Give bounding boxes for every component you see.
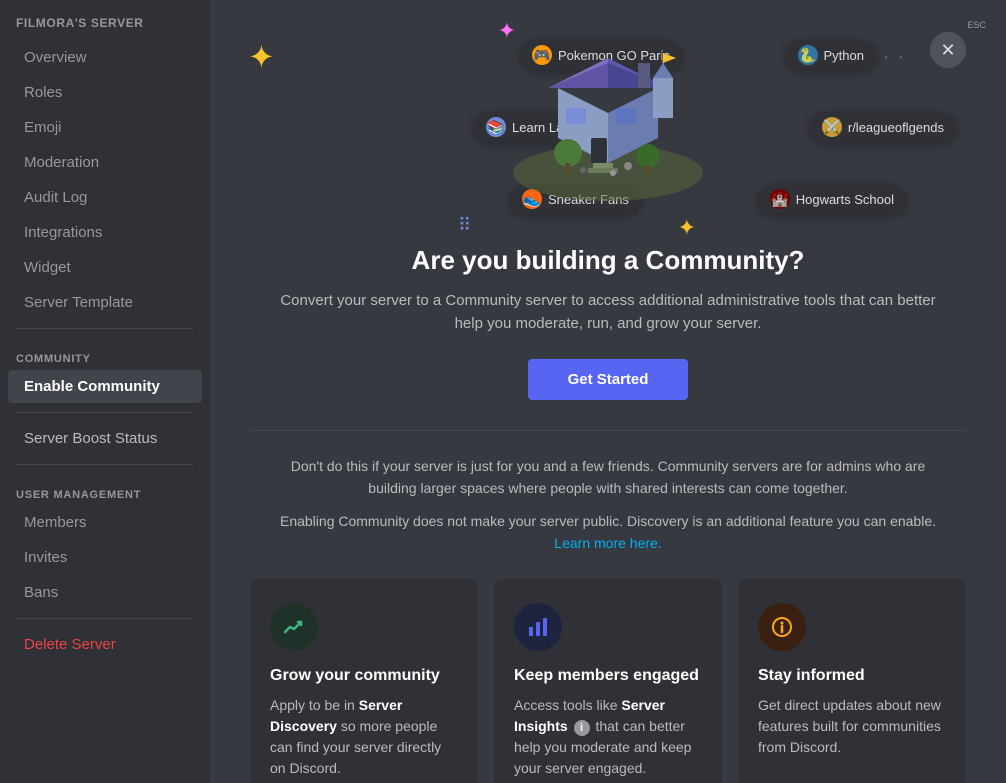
info-tooltip-icon[interactable]: i: [574, 720, 590, 736]
star-yellow-icon-2: ✦: [678, 215, 696, 241]
feature-card-informed-title: Stay informed: [758, 667, 946, 685]
grow-chart-icon: [282, 615, 306, 639]
delete-server-label: Delete Server: [24, 636, 116, 653]
engage-icon-wrap: [514, 603, 562, 651]
sidebar-item-label: Roles: [24, 84, 62, 101]
close-icon: ✕: [940, 41, 955, 59]
sidebar-item-overview[interactable]: Overview: [8, 41, 202, 74]
sidebar-divider: [16, 328, 194, 329]
sidebar-item-invites[interactable]: Invites: [8, 541, 202, 574]
sidebar-item-label: Widget: [24, 259, 71, 276]
feature-card-engage: Keep members engaged Access tools like S…: [494, 579, 722, 783]
sidebar-divider-3: [16, 464, 194, 465]
sidebar-item-widget[interactable]: Widget: [8, 251, 202, 284]
community-title: Are you building a Community?: [250, 245, 966, 276]
sidebar-item-label: Overview: [24, 49, 87, 66]
community-content: Are you building a Community? Convert yo…: [210, 245, 1006, 783]
sidebar-divider-2: [16, 412, 194, 413]
insights-icon: [526, 615, 550, 639]
sidebar-item-label: Emoji: [24, 119, 62, 136]
tag-league: ⚔️ r/leagueoflgends: [810, 112, 956, 142]
sidebar-item-label: Members: [24, 514, 87, 531]
feature-card-engage-title: Keep members engaged: [514, 667, 702, 685]
sidebar-item-label: Audit Log: [24, 189, 87, 206]
server-name: FILMORA'S SERVER: [0, 16, 210, 40]
tag-hogwarts: 🏰 Hogwarts School: [758, 184, 906, 214]
sidebar-item-roles[interactable]: Roles: [8, 76, 202, 109]
warning-text-2: Enabling Community does not make your se…: [278, 510, 938, 555]
community-description: Convert your server to a Community serve…: [278, 290, 938, 335]
sidebar-item-label: Server Template: [24, 294, 133, 311]
grow-icon-wrap: [270, 603, 318, 651]
sidebar-item-enable-community[interactable]: Enable Community: [8, 370, 202, 403]
sidebar: FILMORA'S SERVER Overview Roles Emoji Mo…: [0, 0, 210, 783]
feature-cards: Grow your community Apply to be in Serve…: [250, 579, 966, 783]
star-yellow-icon: ✦: [248, 38, 275, 76]
close-button[interactable]: ✕: [930, 32, 966, 68]
tag-league-label: r/leagueoflgends: [848, 120, 944, 135]
sidebar-item-server-template[interactable]: Server Template: [8, 286, 202, 319]
esc-label: ESC: [967, 20, 986, 30]
hero-area: ✦ ✦ · · · ⠿ ✦ 🎮 Pokemon GO Paris 🐍 Pytho…: [210, 0, 1006, 245]
sidebar-divider-4: [16, 618, 194, 619]
sidebar-item-members[interactable]: Members: [8, 506, 202, 539]
sidebar-item-label: Integrations: [24, 224, 102, 241]
learn-more-link[interactable]: Learn more here.: [554, 535, 661, 551]
sidebar-item-audit-log[interactable]: Audit Log: [8, 181, 202, 214]
sidebar-item-moderation[interactable]: Moderation: [8, 146, 202, 179]
feature-card-grow: Grow your community Apply to be in Serve…: [250, 579, 478, 783]
feature-card-grow-title: Grow your community: [270, 667, 458, 685]
sidebar-item-integrations[interactable]: Integrations: [8, 216, 202, 249]
informed-icon-wrap: [758, 603, 806, 651]
tag-hogwarts-label: Hogwarts School: [796, 192, 894, 207]
sidebar-item-delete-server[interactable]: Delete Server: [8, 628, 202, 661]
hero-illustration: [498, 8, 718, 213]
tag-python-label: Python: [824, 48, 864, 63]
info-circle-icon: [770, 615, 794, 639]
content-divider: [250, 430, 966, 431]
feature-card-informed: Stay informed Get direct updates about n…: [738, 579, 966, 783]
warning-text-2-before: Enabling Community does not make your se…: [280, 513, 936, 529]
get-started-button[interactable]: Get Started: [528, 359, 688, 400]
tag-python-icon: 🐍: [798, 45, 818, 65]
feature-card-informed-desc: Get direct updates about new features bu…: [758, 695, 946, 758]
sidebar-item-label: Moderation: [24, 154, 99, 171]
tag-league-icon: ⚔️: [822, 117, 842, 137]
main-content: ✕ ESC ✦ ✦ · · · ⠿ ✦ 🎮 Pokemon GO Paris 🐍…: [210, 0, 1006, 783]
four-dots-icon: ⠿: [458, 215, 471, 236]
sidebar-boost-label: Server Boost Status: [24, 430, 157, 447]
sidebar-item-label: Bans: [24, 584, 58, 601]
community-section-label: COMMUNITY: [0, 337, 210, 369]
user-management-label: USER MANAGEMENT: [0, 473, 210, 505]
sidebar-item-emoji[interactable]: Emoji: [8, 111, 202, 144]
sidebar-item-boost[interactable]: Server Boost Status: [8, 422, 202, 455]
feature-card-engage-desc: Access tools like Server Insights i that…: [514, 695, 702, 779]
tag-python: 🐍 Python: [786, 40, 876, 70]
sidebar-item-label: Invites: [24, 549, 67, 566]
sidebar-item-bans[interactable]: Bans: [8, 576, 202, 609]
sidebar-item-label: Enable Community: [24, 378, 160, 395]
feature-card-grow-desc: Apply to be in Server Discovery so more …: [270, 695, 458, 779]
tag-hogwarts-icon: 🏰: [770, 189, 790, 209]
warning-text-1: Don't do this if your server is just for…: [278, 455, 938, 500]
